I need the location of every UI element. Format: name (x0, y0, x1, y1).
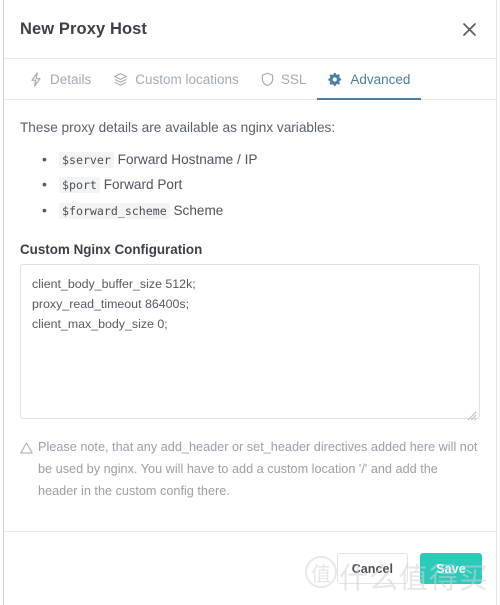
gear-icon (328, 72, 343, 87)
layers-icon (113, 72, 128, 87)
note-text: Please note, that any add_header or set_… (38, 440, 478, 498)
tab-custom-locations[interactable]: Custom locations (102, 59, 250, 99)
save-button[interactable]: Save (420, 553, 482, 584)
custom-nginx-configuration-wrapper (20, 264, 480, 424)
tab-custom-locations-label: Custom locations (135, 71, 239, 87)
close-icon[interactable] (456, 16, 482, 42)
custom-nginx-configuration-textarea[interactable] (20, 264, 480, 420)
modal-header: New Proxy Host (4, 0, 496, 59)
modal-footer: Cancel Save (4, 531, 496, 605)
variable-name: $forward_scheme (59, 202, 170, 219)
tab-ssl[interactable]: SSL (250, 59, 318, 99)
variable-description: Forward Port (103, 177, 183, 193)
modal-tabs: Details Custom locations SSL Advanced (4, 59, 496, 100)
zap-icon (29, 71, 43, 87)
header-directives-note: Please note, that any add_header or set_… (20, 437, 480, 503)
intro-text: These proxy details are available as ngi… (20, 120, 336, 135)
cancel-button[interactable]: Cancel (336, 553, 408, 584)
page-title: New Proxy Host (20, 19, 148, 38)
warning-triangle-icon (20, 440, 33, 503)
list-item: $server Forward Hostname / IP (42, 150, 480, 169)
tab-advanced[interactable]: Advanced (317, 59, 422, 100)
advanced-panel: These proxy details are available as ngi… (4, 100, 496, 531)
variable-description: Forward Hostname / IP (117, 152, 258, 167)
tab-advanced-label: Advanced (350, 71, 411, 87)
shield-icon (261, 72, 274, 87)
new-proxy-host-modal: New Proxy Host Details Custom locations … (3, 0, 497, 605)
list-item: $port Forward Port (42, 175, 480, 194)
variable-name: $port (59, 177, 100, 194)
variable-name: $server (59, 152, 114, 168)
tab-details-label: Details (50, 71, 92, 87)
variable-description: Scheme (173, 202, 224, 218)
tab-details[interactable]: Details (18, 59, 102, 99)
tab-ssl-label: SSL (280, 71, 307, 87)
nginx-variables-list: $server Forward Hostname / IP $port Forw… (42, 150, 480, 220)
list-item: $forward_scheme Scheme (42, 201, 480, 220)
custom-nginx-configuration-label: Custom Nginx Configuration (20, 242, 203, 258)
